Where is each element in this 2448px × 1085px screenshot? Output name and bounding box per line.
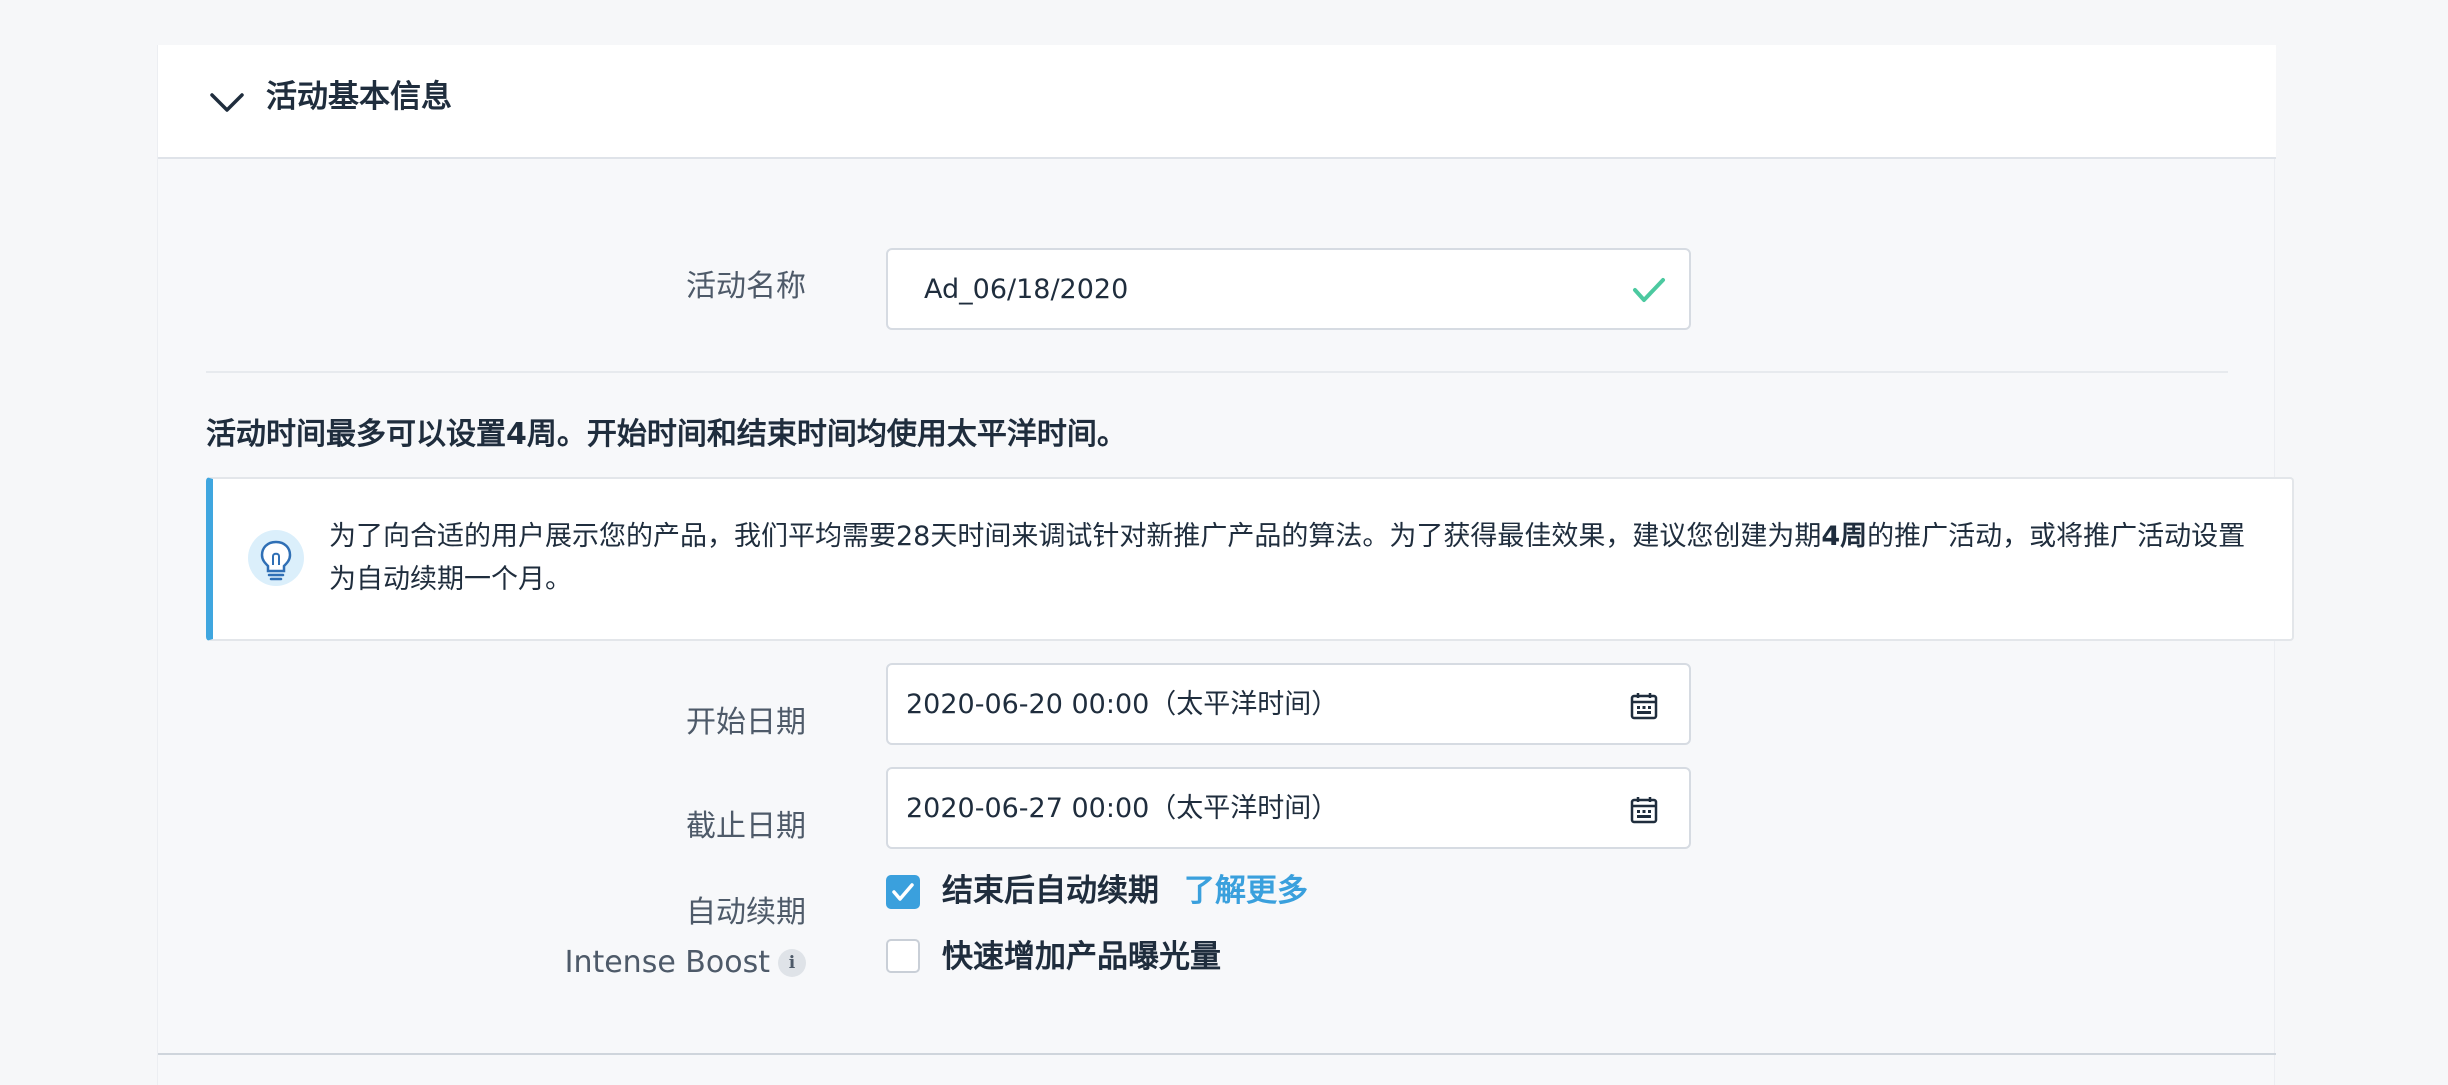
- check-icon: [1633, 278, 1665, 302]
- end-date-label: 截止日期: [686, 809, 806, 844]
- learn-more-link[interactable]: 了解更多: [1184, 871, 1308, 911]
- campaign-name-label: 活动名称: [686, 269, 806, 304]
- info-icon[interactable]: i: [778, 949, 806, 977]
- section-header[interactable]: 活动基本信息: [158, 45, 2276, 159]
- tip-box: 为了向合适的用户展示您的产品，我们平均需要28天时间来调试针对新推广产品的算法。…: [206, 477, 2294, 641]
- start-date-value: 2020-06-20 00:00（太平洋时间）: [906, 689, 1339, 720]
- start-date-label: 开始日期: [686, 705, 806, 740]
- campaign-name-input[interactable]: Ad_06/18/2020: [886, 248, 1691, 330]
- calendar-icon[interactable]: [1629, 691, 1659, 721]
- intense-boost-label: Intense Boost: [564, 945, 770, 980]
- auto-renew-label: 自动续期: [686, 895, 806, 930]
- intense-boost-checkbox[interactable]: [886, 939, 920, 973]
- divider: [206, 371, 2228, 373]
- chevron-down-icon[interactable]: [208, 87, 246, 117]
- campaign-name-value: Ad_06/18/2020: [924, 274, 1129, 305]
- calendar-icon[interactable]: [1629, 795, 1659, 825]
- auto-renew-checkbox[interactable]: [886, 875, 920, 909]
- lightbulb-icon: [248, 530, 304, 586]
- auto-renew-checkbox-label[interactable]: 结束后自动续期: [942, 871, 1159, 911]
- start-date-input[interactable]: 2020-06-20 00:00（太平洋时间）: [886, 663, 1691, 745]
- checkmark-icon: [892, 883, 914, 901]
- intense-boost-checkbox-label[interactable]: 快速增加产品曝光量: [942, 937, 1221, 977]
- campaign-basic-info-card: 活动基本信息 活动名称 Ad_06/18/2020 活动时间最多可以设置4周。开…: [157, 45, 2294, 1085]
- end-date-input[interactable]: 2020-06-27 00:00（太平洋时间）: [886, 767, 1691, 849]
- schedule-notice: 活动时间最多可以设置4周。开始时间和结束时间均使用太平洋时间。: [206, 417, 1127, 452]
- section-bottom-border: [158, 1053, 2276, 1055]
- end-date-value: 2020-06-27 00:00（太平洋时间）: [906, 793, 1339, 824]
- section-title: 活动基本信息: [266, 79, 452, 115]
- tip-text: 为了向合适的用户展示您的产品，我们平均需要28天时间来调试针对新推广产品的算法。…: [329, 521, 2246, 595]
